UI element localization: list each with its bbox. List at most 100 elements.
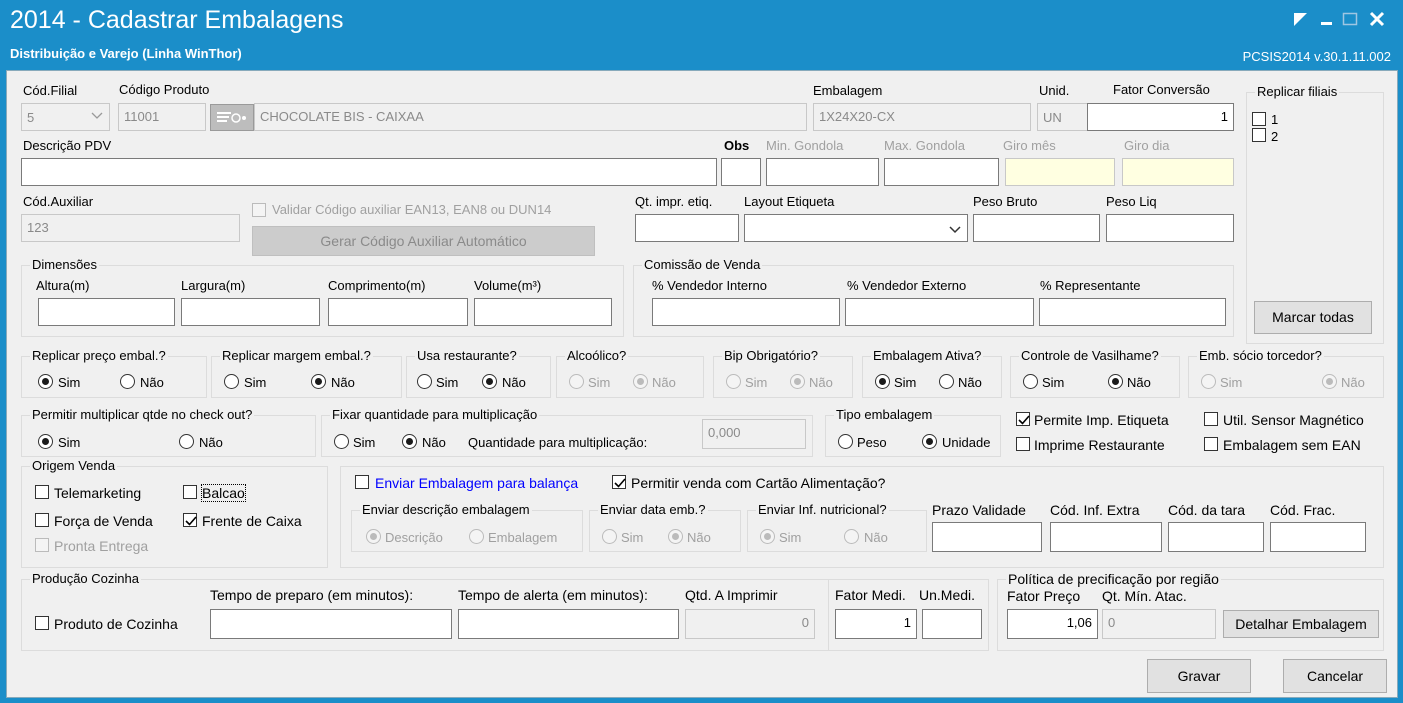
usa-restaurante-nao-radio[interactable]: [482, 374, 497, 389]
detalhar-embalagem-button[interactable]: Detalhar Embalagem: [1223, 610, 1379, 638]
inf-sim-radio[interactable]: [760, 529, 775, 544]
max-gondola-label: Max. Gondola: [884, 138, 965, 153]
largura-input[interactable]: [181, 298, 320, 326]
altura-input[interactable]: [38, 298, 175, 326]
fixar-sim-radio[interactable]: [334, 434, 349, 449]
multiplicar-nao-radio[interactable]: [179, 434, 194, 449]
embalagem-ativa-nao-radio[interactable]: [939, 374, 954, 389]
prazo-validade-input[interactable]: [932, 522, 1042, 552]
peso-liq-input[interactable]: [1106, 214, 1234, 242]
replicar-preco-nao-radio[interactable]: [120, 374, 135, 389]
marcar-todas-button[interactable]: Marcar todas: [1254, 301, 1372, 334]
replicar-margem-nao-radio[interactable]: [311, 374, 326, 389]
socio-sim-radio[interactable]: [1201, 374, 1216, 389]
cancelar-button[interactable]: Cancelar: [1283, 659, 1387, 693]
produto-cozinha-checkbox[interactable]: [35, 616, 49, 630]
layout-etiqueta-select[interactable]: [744, 214, 968, 242]
alcoolico-nao-radio[interactable]: [633, 374, 648, 389]
validar-ean-label: Validar Código auxiliar EAN13, EAN8 ou D…: [272, 202, 552, 217]
produto-descricao-field: CHOCOLATE BIS - CAIXAA: [254, 103, 807, 131]
volume-input[interactable]: [474, 298, 612, 326]
embalagem-radio[interactable]: [469, 529, 484, 544]
close-icon[interactable]: [1368, 10, 1390, 32]
embalagem-ativa-title: Embalagem Ativa?: [871, 348, 984, 364]
cod-auxiliar-input[interactable]: 123: [21, 214, 240, 242]
inf-nao-radio[interactable]: [844, 529, 859, 544]
forca-venda-checkbox[interactable]: [35, 513, 49, 527]
descricao-pdv-input[interactable]: [21, 158, 717, 186]
minimize-icon[interactable]: [1318, 10, 1340, 32]
bip-nao-radio[interactable]: [790, 374, 805, 389]
codigo-produto-input[interactable]: 11001: [118, 103, 206, 131]
qt-min-atac-label: Qt. Mín. Atac.: [1102, 588, 1187, 604]
imprime-restaurante-checkbox[interactable]: [1016, 437, 1030, 451]
validar-ean-checkbox[interactable]: [252, 203, 266, 217]
min-gondola-input[interactable]: [766, 158, 879, 186]
gerar-codigo-button[interactable]: Gerar Código Auxiliar Automático: [252, 226, 595, 256]
qtd-imprimir-input[interactable]: 0: [685, 609, 815, 639]
cod-filial-select[interactable]: 5: [21, 103, 110, 131]
tipo-peso-radio[interactable]: [838, 434, 853, 449]
embalagem-input[interactable]: 1X24X20-CX: [813, 103, 1031, 131]
fator-conversao-input[interactable]: 1: [1087, 103, 1234, 131]
replicar-preco-sim-radio[interactable]: [38, 374, 53, 389]
un-medi-input[interactable]: [922, 609, 982, 639]
tempo-preparo-input[interactable]: [210, 609, 452, 639]
data-sim-radio[interactable]: [602, 529, 617, 544]
enviar-balanca-checkbox[interactable]: [355, 475, 369, 489]
multiplicar-sim-radio[interactable]: [38, 434, 53, 449]
socio-nao-radio[interactable]: [1322, 374, 1337, 389]
util-sensor-checkbox[interactable]: [1204, 412, 1218, 426]
emb-socio-group: Emb. sócio torcedor? Sim Não: [1188, 348, 1384, 398]
embalagem-sem-ean-checkbox[interactable]: [1204, 437, 1218, 451]
replicar-margem-sim-radio[interactable]: [224, 374, 239, 389]
filial-2-checkbox[interactable]: [1252, 128, 1266, 142]
quantidade-multiplicacao-input[interactable]: 0,000: [702, 419, 806, 449]
nao-label: Não: [199, 435, 223, 450]
tempo-alerta-input[interactable]: [458, 609, 679, 639]
peso-bruto-input[interactable]: [973, 214, 1100, 242]
obs-input[interactable]: [721, 158, 761, 186]
filial-1-checkbox[interactable]: [1252, 112, 1266, 126]
search-product-button[interactable]: [210, 104, 254, 131]
alcoolico-sim-radio[interactable]: [569, 374, 584, 389]
permite-imp-etiqueta-checkbox[interactable]: [1016, 412, 1030, 426]
codigo-produto-label: Código Produto: [119, 82, 210, 97]
giro-dia-label: Giro dia: [1124, 138, 1170, 153]
descricao-radio[interactable]: [366, 529, 381, 544]
cod-inf-extra-input[interactable]: [1050, 522, 1162, 552]
gravar-button[interactable]: Gravar: [1147, 659, 1251, 693]
quantidade-multiplicacao-label: Quantidade para multiplicação:: [468, 435, 648, 450]
permitir-cartao-checkbox[interactable]: [612, 475, 626, 489]
vendedor-externo-input[interactable]: [845, 298, 1034, 326]
comprimento-input[interactable]: [328, 298, 468, 326]
vasilhame-nao-radio[interactable]: [1108, 374, 1123, 389]
balcao-checkbox[interactable]: [183, 485, 197, 499]
fator-medi-input[interactable]: 1: [835, 609, 917, 639]
qt-min-atac-input[interactable]: 0: [1102, 609, 1216, 639]
telemarketing-checkbox[interactable]: [35, 485, 49, 499]
maximize-icon[interactable]: [1341, 10, 1363, 32]
data-nao-radio[interactable]: [668, 529, 683, 544]
max-gondola-input[interactable]: [884, 158, 999, 186]
fator-preco-label: Fator Preço: [1007, 588, 1081, 604]
usa-restaurante-sim-radio[interactable]: [417, 374, 432, 389]
fixar-nao-radio[interactable]: [402, 434, 417, 449]
restore-icon[interactable]: [1292, 10, 1314, 32]
tipo-unidade-radio[interactable]: [922, 434, 937, 449]
qt-impr-input[interactable]: [635, 214, 739, 242]
nao-label: Não: [652, 375, 676, 390]
pronta-entrega-checkbox[interactable]: [35, 538, 49, 552]
frente-caixa-checkbox[interactable]: [183, 513, 197, 527]
cod-tara-input[interactable]: [1168, 522, 1264, 552]
vasilhame-sim-radio[interactable]: [1023, 374, 1038, 389]
embalagem-ativa-group: Embalagem Ativa? Sim Não: [862, 348, 1002, 398]
embalagem-ativa-sim-radio[interactable]: [875, 374, 890, 389]
produto-cozinha-label: Produto de Cozinha: [54, 616, 178, 632]
bip-sim-radio[interactable]: [726, 374, 741, 389]
cod-frac-input[interactable]: [1270, 522, 1366, 552]
representante-input[interactable]: [1039, 298, 1226, 326]
sim-label: Sim: [1220, 375, 1243, 390]
vendedor-interno-input[interactable]: [652, 298, 840, 326]
fator-preco-input[interactable]: 1,06: [1007, 609, 1098, 639]
